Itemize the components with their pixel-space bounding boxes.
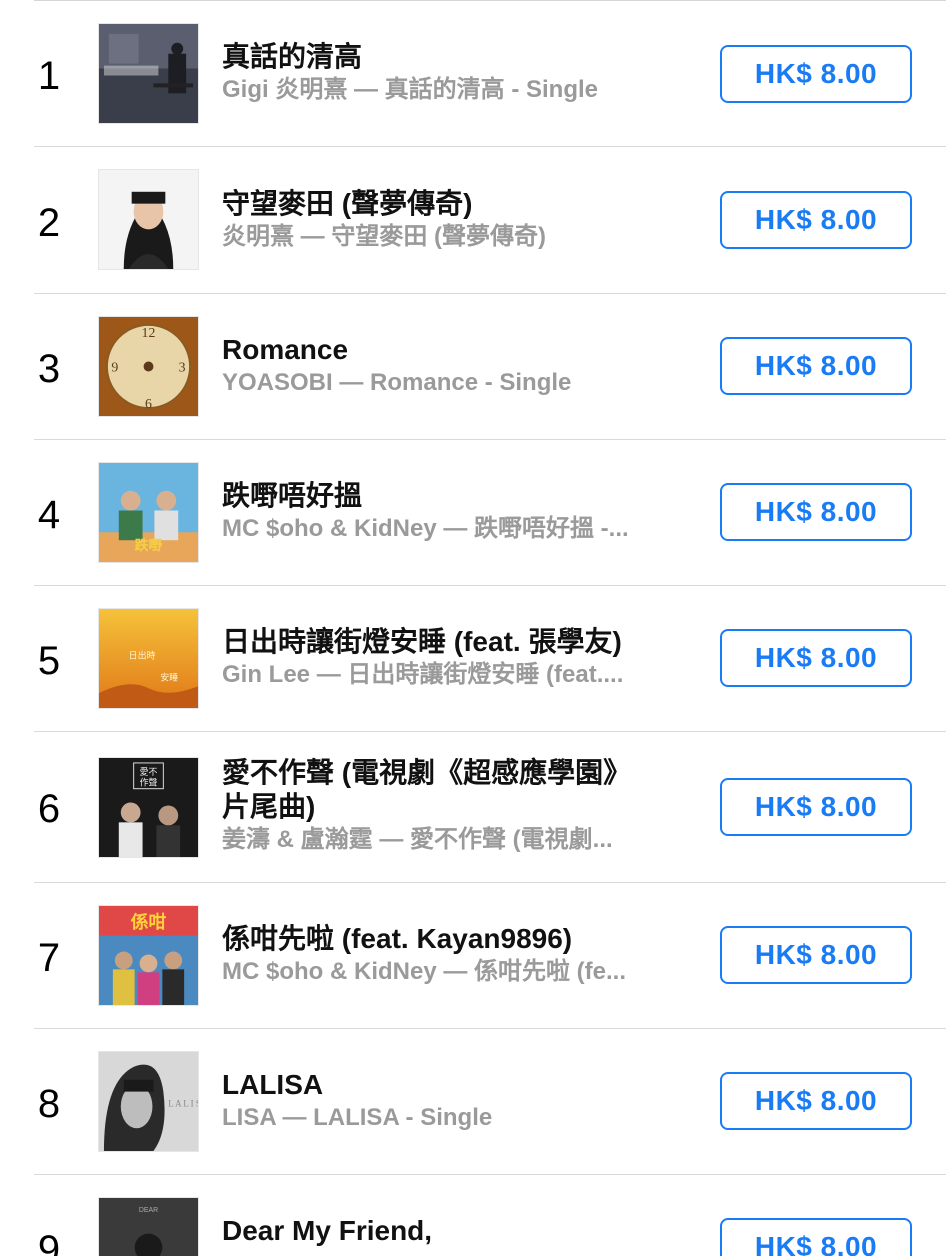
album-cover-dark-duo-icon: 愛不 作聲 xyxy=(99,758,198,857)
svg-text:安睡: 安睡 xyxy=(160,671,178,683)
song-artist-album: MC $oho & KidNey — 係咁先啦 (fe... xyxy=(222,958,627,985)
album-cover-group-colorful-icon: 係咁 xyxy=(99,906,198,1005)
song-title: 真話的清高 xyxy=(222,41,363,72)
song-artist-album: YOASOBI — Romance - Single xyxy=(222,369,572,396)
album-art[interactable] xyxy=(98,23,199,124)
album-art[interactable]: L A L I S A xyxy=(98,1051,199,1152)
svg-text:3: 3 xyxy=(179,359,186,374)
song-title: Dear My Friend, xyxy=(222,1215,433,1246)
rank-number: 3 xyxy=(37,347,61,391)
list-item[interactable]: 8 L A L I S A LALISA LISA — LALISA - Sin… xyxy=(0,1029,946,1175)
album-cover-dark-figure-icon: DEAR xyxy=(99,1198,198,1256)
buy-price-button[interactable]: HK$ 8.00 xyxy=(720,337,912,395)
svg-text:6: 6 xyxy=(145,396,152,411)
song-artist-album: 炎明熹 — 守望麥田 (聲夢傳奇) xyxy=(222,223,546,250)
rank-number: 8 xyxy=(37,1082,61,1126)
song-title: LALISA xyxy=(222,1069,324,1100)
buy-price-button[interactable]: HK$ 8.00 xyxy=(720,629,912,687)
song-artist-album: MC $oho & KidNey — 跌嘢唔好搵 -... xyxy=(222,515,629,542)
buy-price-button[interactable]: HK$ 8.00 xyxy=(720,191,912,249)
buy-price-button[interactable]: HK$ 8.00 xyxy=(720,1218,912,1256)
album-art[interactable]: DEAR xyxy=(98,1197,199,1256)
list-item[interactable]: 1 真話的清高 Gigi 炎明熹 — 真話的清高 - Single HK$ 8.… xyxy=(0,0,946,147)
list-item[interactable]: 6 愛不 作聲 愛不作聲 (電視劇《超感應學園》片尾曲) 姜濤 & 盧瀚霆 — … xyxy=(0,732,946,883)
rank-number: 7 xyxy=(37,936,61,980)
song-title: 係咁先啦 (feat. Kayan9896) xyxy=(222,923,573,954)
song-artist-album: Gin Lee — 日出時讓街燈安睡 (feat.... xyxy=(222,661,624,688)
list-item[interactable]: 3 12 3 6 9 Romance YOASOBI — Romance - S… xyxy=(0,294,946,440)
buy-price-button[interactable]: HK$ 8.00 xyxy=(720,45,912,103)
album-art[interactable]: 日出時 安睡 xyxy=(98,608,199,709)
album-art[interactable]: 12 3 6 9 xyxy=(98,316,199,417)
album-art[interactable] xyxy=(98,169,199,270)
song-artist-album: 姜濤 & 盧瀚霆 — 愛不作聲 (電視劇... xyxy=(222,826,613,853)
album-cover-orange-sunrise-icon: 日出時 安睡 xyxy=(99,609,198,708)
song-title: 愛不作聲 (電視劇《超感應學園》片尾曲) xyxy=(222,757,618,822)
song-title: Romance xyxy=(222,334,349,365)
song-title: 日出時讓街燈安睡 (feat. 張學友) xyxy=(222,626,622,657)
list-item[interactable]: 2 守望麥田 (聲夢傳奇) 炎明熹 — 守望麥田 (聲夢傳奇) HK$ 8.00 xyxy=(0,147,946,294)
album-art[interactable]: 愛不 作聲 xyxy=(98,757,199,858)
buy-price-button[interactable]: HK$ 8.00 xyxy=(720,926,912,984)
rank-number: 5 xyxy=(37,639,61,683)
buy-price-button[interactable]: HK$ 8.00 xyxy=(720,1072,912,1130)
rank-number: 1 xyxy=(37,54,61,98)
svg-text:12: 12 xyxy=(142,325,156,340)
list-item[interactable]: 4 跌嘢 跌嘢唔好搵 MC $oho & KidNey — 跌嘢唔好搵 -...… xyxy=(0,440,946,586)
album-cover-dark-room-icon xyxy=(99,24,198,123)
album-art[interactable]: 跌嘢 xyxy=(98,462,199,563)
rank-number: 9 xyxy=(37,1228,61,1256)
list-item[interactable]: 5 日出時 安睡 日出時讓街燈安睡 (feat. 張學友) Gin Lee — … xyxy=(0,586,946,732)
rank-number: 6 xyxy=(37,787,61,831)
buy-price-button[interactable]: HK$ 8.00 xyxy=(720,483,912,541)
svg-text:日出時: 日出時 xyxy=(129,650,156,662)
album-cover-portrait-girl-icon xyxy=(99,170,198,269)
song-artist-album: Gigi 炎明熹 — 真話的清高 - Single xyxy=(222,76,599,103)
svg-text:係咁: 係咁 xyxy=(131,911,167,933)
svg-text:愛不: 愛不 xyxy=(140,766,158,778)
list-item[interactable]: 7 係咁 係咁先啦 (feat. Kayan9896) MC $oho & Ki… xyxy=(0,883,946,1029)
song-title: 跌嘢唔好搵 xyxy=(222,480,363,511)
album-cover-clock-icon: 12 3 6 9 xyxy=(99,317,198,416)
list-item[interactable]: 9 DEAR Dear My Friend, HK$ 8.00 xyxy=(0,1175,946,1256)
album-cover-monochrome-portrait-icon: L A L I S A xyxy=(99,1052,198,1151)
rank-number: 2 xyxy=(37,201,61,245)
svg-text:L A L I S A: L A L I S A xyxy=(168,1098,198,1108)
svg-text:跌嘢: 跌嘢 xyxy=(135,538,163,554)
song-artist-album: LISA — LALISA - Single xyxy=(222,1104,493,1131)
album-cover-two-men-sky-icon: 跌嘢 xyxy=(99,463,198,562)
svg-text:9: 9 xyxy=(111,359,118,374)
svg-text:DEAR: DEAR xyxy=(139,1207,158,1214)
buy-price-button[interactable]: HK$ 8.00 xyxy=(720,778,912,836)
album-art[interactable]: 係咁 xyxy=(98,905,199,1006)
svg-text:作聲: 作聲 xyxy=(140,777,158,789)
song-title: 守望麥田 (聲夢傳奇) xyxy=(222,188,473,219)
rank-number: 4 xyxy=(37,493,61,537)
